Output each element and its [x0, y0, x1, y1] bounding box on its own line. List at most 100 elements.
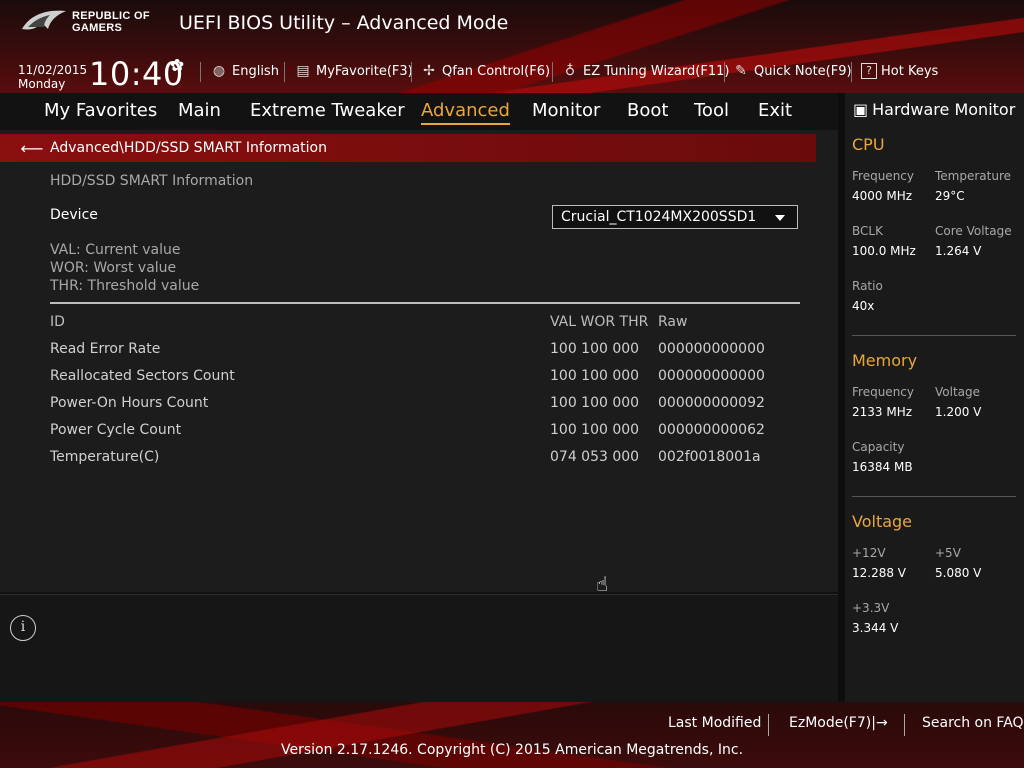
qfan-control-button[interactable]: ✢ Qfan Control(F6)	[420, 63, 550, 79]
cpu-frequency-label: Frequency	[852, 169, 914, 183]
v5-value: 5.080 V	[935, 566, 982, 580]
device-label: Device	[50, 207, 98, 223]
header-bar: REPUBLIC OF GAMERS UEFI BIOS Utility – A…	[0, 0, 1024, 93]
legend-val: VAL: Current value	[50, 242, 181, 258]
brand-text: REPUBLIC OF GAMERS	[72, 10, 150, 34]
tab-main[interactable]: Main	[178, 100, 221, 121]
row-values: 100 100 000	[550, 368, 640, 384]
memory-voltage-label: Voltage	[935, 385, 981, 399]
tab-my-favorites[interactable]: My Favorites	[44, 100, 157, 121]
content-panel: ⟵ Advanced\HDD/SSD SMART Information HDD…	[0, 130, 838, 596]
toolbar-divider	[851, 62, 852, 82]
row-name: Power Cycle Count	[50, 422, 182, 438]
tab-advanced[interactable]: Advanced	[421, 100, 510, 125]
legend-wor: WOR: Worst value	[50, 260, 177, 276]
column-header-id: ID	[50, 314, 65, 330]
page-title: UEFI BIOS Utility – Advanced Mode	[179, 12, 509, 34]
core-voltage-value: 1.264 V	[935, 244, 982, 258]
row-name: Temperature(C)	[50, 449, 160, 465]
quick-note-label: Quick Note(F9)	[754, 63, 852, 79]
voltage-section-title: Voltage	[852, 512, 913, 531]
device-dropdown-value: Crucial_CT1024MX200SSD1	[561, 209, 757, 225]
back-arrow-icon[interactable]: ⟵	[0, 139, 50, 158]
language-button[interactable]: ◍ English	[210, 63, 279, 79]
toolbar-divider	[284, 62, 285, 82]
hardware-monitor-title: ▣ Hardware Monitor	[853, 100, 1015, 119]
favorite-icon: ▤	[296, 63, 310, 79]
search-faq-button[interactable]: Search on FAQ	[922, 715, 1024, 731]
bulb-icon: ♁	[564, 63, 576, 79]
tab-tool[interactable]: Tool	[694, 100, 729, 121]
ezmode-button[interactable]: EzMode(F7)|→	[789, 715, 888, 731]
brand-line-1: REPUBLIC OF	[72, 10, 150, 22]
row-raw: 000000000000	[658, 368, 765, 384]
core-voltage-label: Core Voltage	[935, 224, 1012, 238]
tab-boot[interactable]: Boot	[627, 100, 668, 121]
memory-frequency-value: 2133 MHz	[852, 405, 913, 419]
v33-value: 3.344 V	[852, 621, 899, 635]
breadcrumb[interactable]: ⟵ Advanced\HDD/SSD SMART Information	[0, 134, 816, 162]
day-text: Monday	[18, 77, 66, 91]
tab-exit[interactable]: Exit	[758, 100, 792, 121]
column-header-vals: VAL WOR THR	[550, 314, 649, 330]
quick-note-button[interactable]: ✎ Quick Note(F9)	[732, 63, 852, 79]
ez-tuning-wizard-button[interactable]: ♁ EZ Tuning Wizard(F11)	[561, 63, 730, 79]
breadcrumb-path: Advanced\HDD/SSD SMART Information	[50, 140, 327, 156]
row-name: Reallocated Sectors Count	[50, 368, 235, 384]
toolbar-divider	[724, 62, 725, 82]
myfavorite-label: MyFavorite(F3)	[316, 63, 413, 79]
qfan-control-label: Qfan Control(F6)	[442, 63, 551, 79]
row-raw: 000000000000	[658, 341, 765, 357]
row-name: Read Error Rate	[50, 341, 161, 357]
device-dropdown[interactable]: Crucial_CT1024MX200SSD1	[552, 205, 798, 229]
hardware-monitor-label: Hardware Monitor	[872, 100, 1016, 119]
note-icon: ✎	[735, 63, 747, 79]
tab-monitor[interactable]: Monitor	[532, 100, 600, 121]
section-title: HDD/SSD SMART Information	[50, 173, 254, 189]
chevron-down-icon	[775, 215, 785, 221]
help-icon: ?	[861, 63, 877, 79]
language-label: English	[232, 63, 279, 79]
v5-label: +5V	[935, 546, 961, 560]
globe-icon: ◍	[212, 63, 226, 79]
legend-thr: THR: Threshold value	[50, 278, 200, 294]
help-info-panel: i	[0, 594, 838, 702]
gear-icon[interactable]: ✿	[170, 56, 184, 76]
cpu-temperature-value: 29°C	[935, 189, 965, 203]
hot-keys-label: Hot Keys	[881, 63, 939, 79]
info-icon: i	[10, 615, 36, 641]
rog-logo-icon	[22, 10, 66, 30]
footer-bar: Last Modified EzMode(F7)|→ Search on FAQ…	[0, 702, 1024, 768]
tab-extreme-tweaker[interactable]: Extreme Tweaker	[250, 100, 405, 121]
row-raw: 000000000062	[658, 422, 765, 438]
myfavorite-button[interactable]: ▤ MyFavorite(F3)	[294, 63, 413, 79]
bclk-label: BCLK	[852, 224, 883, 238]
capacity-value: 16384 MB	[852, 460, 913, 474]
toolbar-divider	[552, 62, 553, 82]
ratio-label: Ratio	[852, 279, 883, 293]
toolbar-divider	[200, 62, 201, 82]
fan-icon: ✢	[423, 63, 435, 79]
row-values: 100 100 000	[550, 395, 640, 411]
footer-divider	[768, 714, 769, 736]
row-values: 074 053 000	[550, 449, 640, 465]
brand-line-2: GAMERS	[72, 22, 123, 34]
cpu-frequency-value: 4000 MHz	[852, 189, 913, 203]
hardware-monitor-panel: ▣ Hardware Monitor CPU Frequency 4000 MH…	[838, 93, 1024, 702]
divider	[50, 302, 800, 304]
memory-voltage-value: 1.200 V	[935, 405, 982, 419]
footer-divider	[904, 714, 905, 736]
toolbar-divider	[411, 62, 412, 82]
row-values: 100 100 000	[550, 341, 640, 357]
last-modified-button[interactable]: Last Modified	[668, 715, 761, 731]
row-raw: 000000000092	[658, 395, 765, 411]
ratio-value: 40x	[852, 299, 875, 313]
v12-label: +12V	[852, 546, 886, 560]
monitor-icon: ▣	[853, 100, 869, 119]
hot-keys-button[interactable]: ? Hot Keys	[861, 63, 938, 79]
cpu-temperature-label: Temperature	[935, 169, 1012, 183]
memory-frequency-label: Frequency	[852, 385, 914, 399]
date-text: 11/02/2015	[18, 63, 88, 77]
cpu-section-title: CPU	[852, 135, 885, 154]
hand-cursor-icon: ☝	[596, 572, 609, 596]
